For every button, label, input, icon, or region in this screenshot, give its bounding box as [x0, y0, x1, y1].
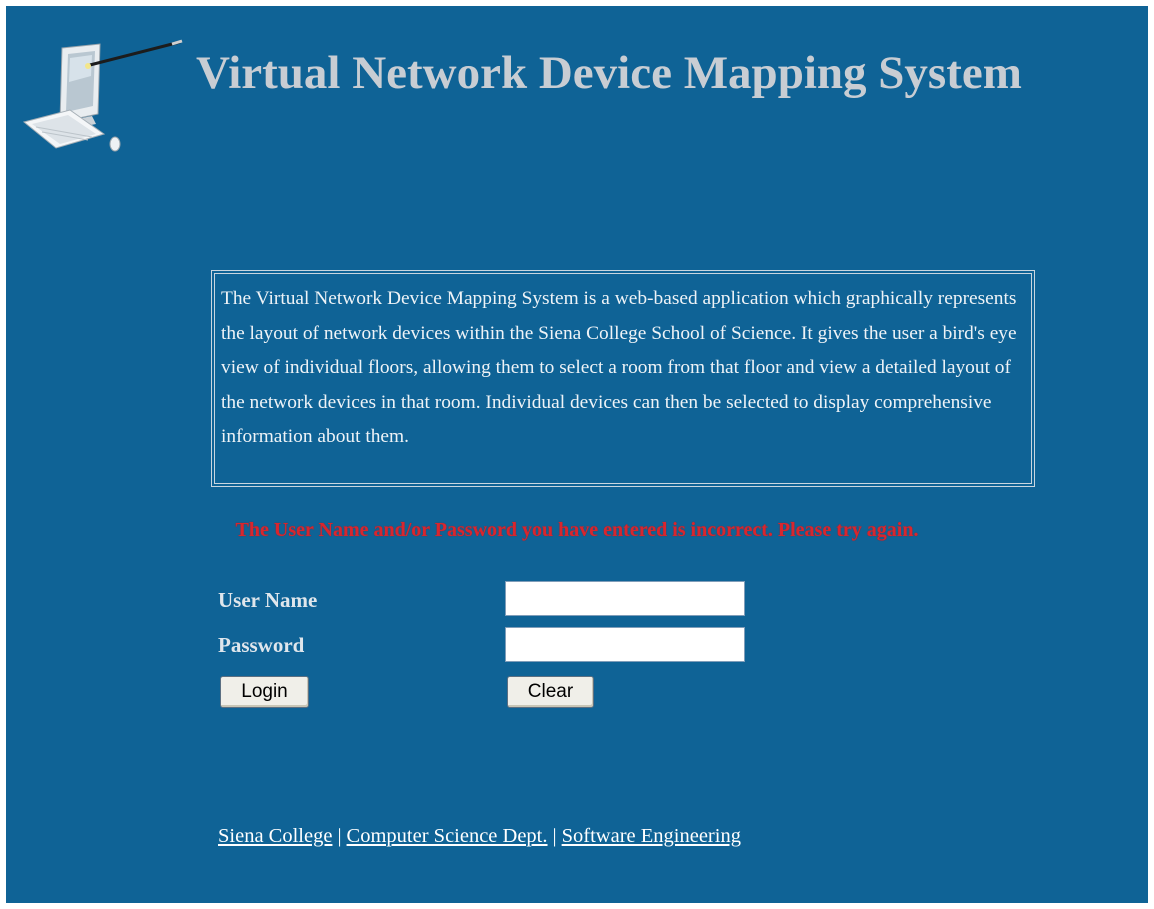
username-input[interactable] [505, 581, 745, 616]
computer-science-dept-link[interactable]: Computer Science Dept. [347, 825, 548, 847]
footer-links: Siena College | Computer Science Dept. | Sof… [218, 825, 741, 848]
password-label: Password [218, 633, 305, 657]
page-title: Virtual Network Device Mapping System [196, 47, 1022, 99]
footer-separator: | [337, 825, 342, 847]
description-text: The Virtual Network Device Mapping Syste… [214, 273, 1032, 484]
login-page: Virtual Network Device Mapping System Th… [6, 6, 1148, 903]
footer-separator: | [552, 825, 557, 847]
username-label: User Name [218, 588, 318, 612]
software-engineering-link[interactable]: Software Engineering [562, 825, 741, 847]
password-input[interactable] [505, 627, 745, 662]
siena-college-link[interactable]: Siena College [218, 825, 332, 847]
error-message: The User Name and/or Password you have e… [235, 519, 919, 541]
computer-with-stylus-icon [22, 39, 183, 152]
clear-button[interactable]: Clear [507, 676, 594, 708]
login-button[interactable]: Login [220, 676, 309, 708]
description-box: The Virtual Network Device Mapping Syste… [211, 270, 1035, 487]
